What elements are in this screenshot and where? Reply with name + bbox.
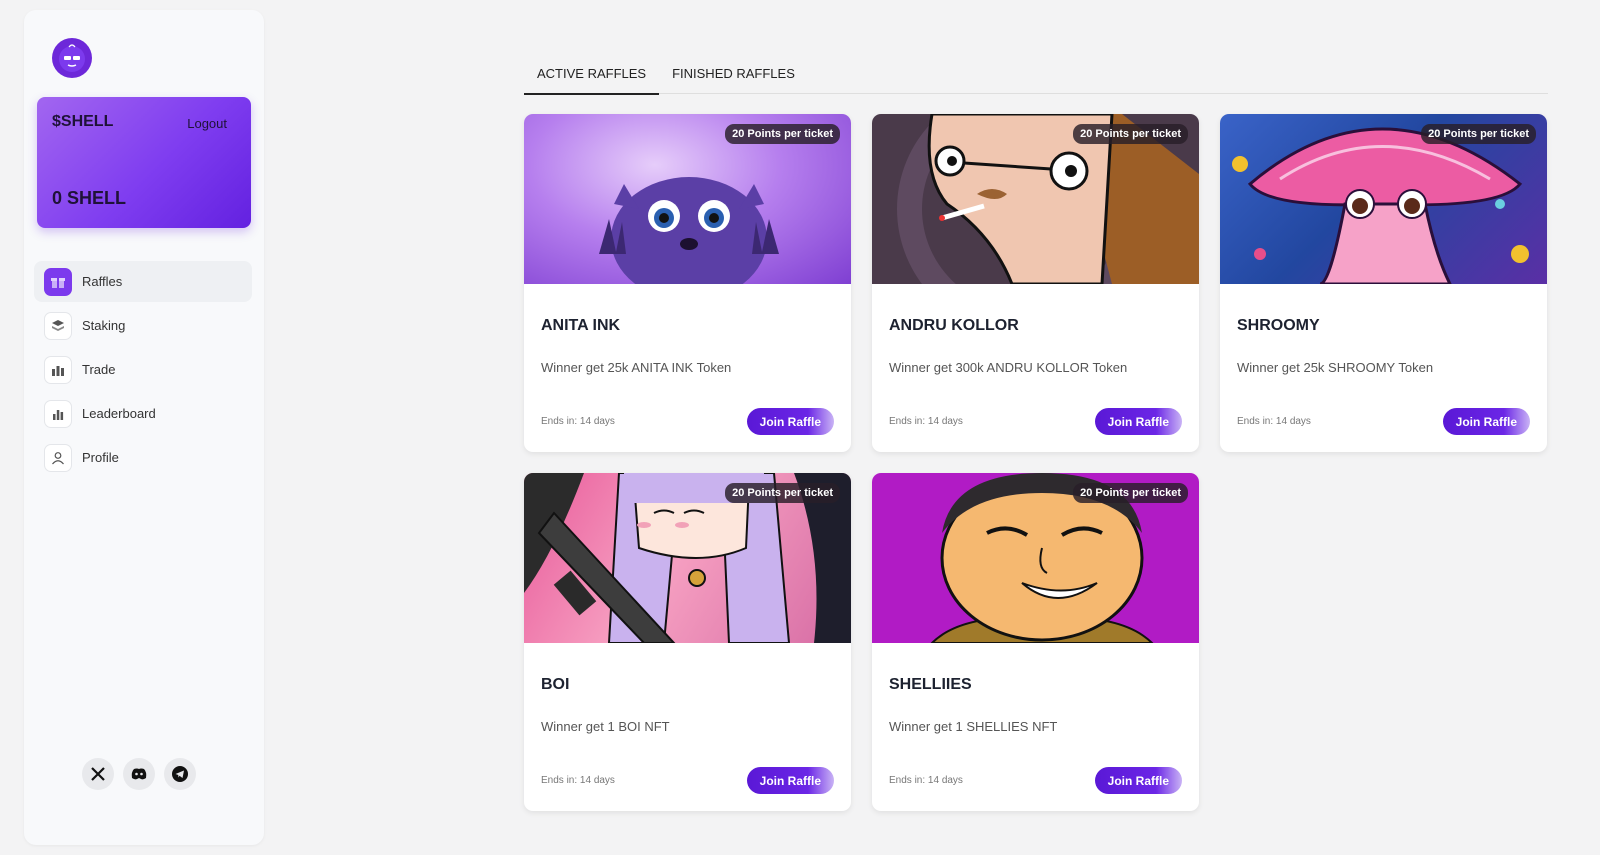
- raffle-description: Winner get 1 SHELLIES NFT: [889, 719, 1058, 734]
- sidebar: $SHELL Logout 0 SHELL Raffles Staking Tr…: [24, 10, 264, 845]
- sidebar-nav: Raffles Staking Trade Leaderboard Profil…: [34, 261, 252, 481]
- tab-active-raffles[interactable]: ACTIVE RAFFLES: [524, 52, 660, 95]
- discord-icon[interactable]: [123, 758, 155, 790]
- sidebar-item-staking[interactable]: Staking: [34, 305, 252, 346]
- join-raffle-button[interactable]: Join Raffle: [1094, 767, 1182, 794]
- raffle-end-time: Ends in: 14 days: [1237, 416, 1311, 427]
- raffle-card: 20 Points per ticket ANDRU KOLLOR Winner…: [872, 114, 1199, 452]
- raffle-image: 20 Points per ticket: [524, 114, 851, 284]
- raffle-title: ANITA INK: [541, 317, 621, 334]
- raffle-title: ANDRU KOLLOR: [889, 317, 1019, 334]
- sidebar-item-label: Leaderboard: [82, 406, 156, 421]
- telegram-icon[interactable]: [164, 758, 196, 790]
- raffle-tabs: ACTIVE RAFFLES FINISHED RAFFLES: [524, 52, 1548, 95]
- raffle-image: 20 Points per ticket: [872, 114, 1199, 284]
- chart-icon: [44, 355, 72, 384]
- raffle-image: 20 Points per ticket: [1220, 114, 1547, 284]
- raffle-title: SHROOMY: [1237, 317, 1320, 334]
- raffle-end-time: Ends in: 14 days: [541, 416, 615, 427]
- sidebar-item-raffles[interactable]: Raffles: [34, 261, 252, 302]
- x-icon[interactable]: [82, 758, 114, 790]
- join-raffle-button[interactable]: Join Raffle: [746, 767, 834, 794]
- raffle-end-time: Ends in: 14 days: [889, 775, 963, 786]
- raffle-end-time: Ends in: 14 days: [541, 775, 615, 786]
- sidebar-item-label: Staking: [82, 318, 126, 333]
- raffle-card: 20 Points per ticket ANITA INK Winner ge…: [524, 114, 851, 452]
- logout-button[interactable]: Logout: [187, 116, 227, 131]
- raffle-title: SHELLIIES: [889, 676, 972, 693]
- raffle-description: Winner get 1 BOI NFT: [541, 719, 670, 734]
- sidebar-item-label: Profile: [82, 450, 119, 465]
- balance-card: $SHELL Logout 0 SHELL: [37, 97, 251, 228]
- raffle-end-time: Ends in: 14 days: [889, 416, 963, 427]
- sidebar-item-label: Trade: [82, 362, 116, 377]
- raffle-card: 20 Points per ticket BOI Winner get 1 BO…: [524, 473, 851, 811]
- join-raffle-button[interactable]: Join Raffle: [1442, 408, 1530, 435]
- raffle-title: BOI: [541, 676, 570, 693]
- sidebar-item-profile[interactable]: Profile: [34, 437, 252, 478]
- stack-icon: [44, 311, 72, 340]
- balance-value: 0 SHELL: [52, 188, 127, 208]
- raffle-card: 20 Points per ticket SHROOMY Winner get …: [1220, 114, 1547, 452]
- raffle-description: Winner get 25k SHROOMY Token: [1237, 360, 1434, 375]
- raffle-card: 20 Points per ticket SHELLIIES Winner ge…: [872, 473, 1199, 811]
- raffle-description: Winner get 25k ANITA INK Token: [541, 360, 732, 375]
- points-badge: 20 Points per ticket: [725, 124, 840, 144]
- balance-title: $SHELL: [52, 113, 114, 130]
- sidebar-item-label: Raffles: [82, 274, 123, 289]
- sidebar-item-leaderboard[interactable]: Leaderboard: [34, 393, 252, 434]
- sidebar-item-trade[interactable]: Trade: [34, 349, 252, 390]
- points-badge: 20 Points per ticket: [1073, 483, 1188, 503]
- join-raffle-button[interactable]: Join Raffle: [746, 408, 834, 435]
- points-badge: 20 Points per ticket: [725, 483, 840, 503]
- raffle-description: Winner get 300k ANDRU KOLLOR Token: [889, 360, 1128, 375]
- join-raffle-button[interactable]: Join Raffle: [1094, 408, 1182, 435]
- points-badge: 20 Points per ticket: [1073, 124, 1188, 144]
- social-links: [82, 758, 196, 790]
- brand-logo[interactable]: [52, 38, 92, 78]
- user-icon: [44, 443, 72, 472]
- raffle-image: 20 Points per ticket: [872, 473, 1199, 643]
- raffle-image: 20 Points per ticket: [524, 473, 851, 643]
- bar-chart-icon: [44, 399, 72, 428]
- tab-finished-raffles[interactable]: FINISHED RAFFLES: [659, 52, 808, 94]
- gift-icon: [44, 267, 72, 296]
- points-badge: 20 Points per ticket: [1421, 124, 1536, 144]
- mascot-icon: [59, 44, 85, 72]
